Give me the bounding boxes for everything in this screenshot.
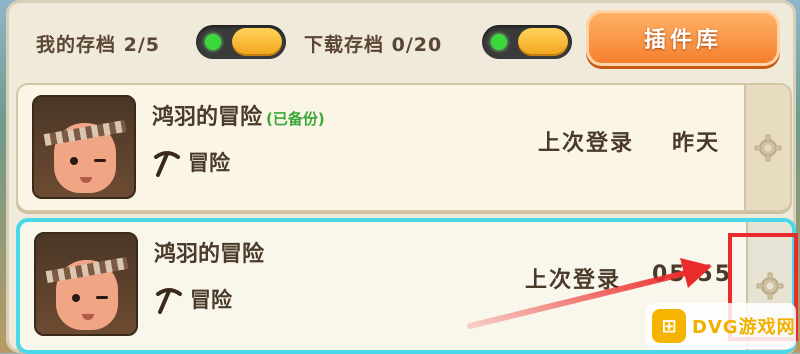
site-watermark: ⊞ DVG游戏网 — [646, 303, 796, 349]
gamepad-icon: ⊞ — [652, 309, 686, 343]
watermark-text: DVG游戏网 — [692, 317, 796, 338]
annotation-arrow — [467, 258, 712, 329]
